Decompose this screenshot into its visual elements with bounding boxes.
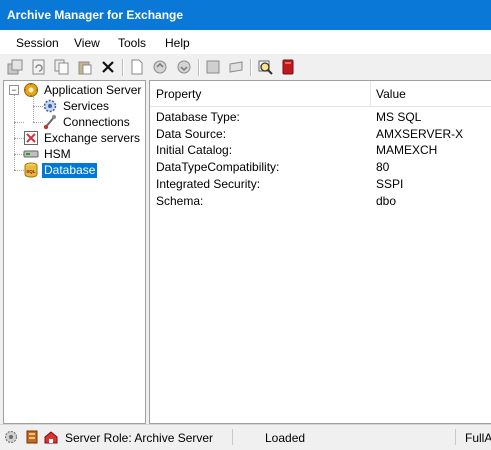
menu-help[interactable]: Help	[165, 36, 190, 50]
toolbar	[0, 54, 491, 80]
properties-icon[interactable]	[6, 58, 24, 76]
settings-gear-icon	[5, 431, 17, 443]
value-cell: MAMEXCH	[376, 143, 438, 157]
properties-grid: Property Value Database Type: MS SQL Dat…	[149, 80, 491, 424]
value-cell: dbo	[376, 194, 397, 208]
load-state-text: Loaded	[265, 431, 306, 445]
paste-icon[interactable]	[76, 58, 94, 76]
property-cell: Database Type:	[156, 110, 240, 124]
tree-item-application-server[interactable]: Application Server	[23, 82, 143, 98]
table-row[interactable]: Database Type: MS SQL	[150, 108, 491, 125]
tree-item-exchange-servers[interactable]: Exchange servers	[23, 130, 142, 146]
new-document-icon[interactable]	[128, 58, 146, 76]
menu-tools[interactable]: Tools	[118, 36, 146, 50]
tree-item-label: Database	[42, 162, 98, 178]
property-cell: DataTypeCompatibility:	[156, 160, 280, 174]
window-title: Archive Manager for Exchange	[7, 8, 184, 22]
navigation-tree: − Application Server Services Connection…	[3, 80, 146, 424]
delete-icon[interactable]	[99, 58, 117, 76]
table-row[interactable]: Schema: dbo	[150, 192, 491, 209]
menu-view[interactable]: View	[74, 36, 100, 50]
toolbar-separator	[198, 59, 200, 76]
exchange-servers-icon	[23, 130, 39, 146]
property-cell: Schema:	[156, 194, 204, 208]
tree-item-label: Services	[63, 98, 110, 113]
application-server-icon	[23, 82, 39, 98]
connections-icon	[42, 114, 58, 130]
services-gear-icon	[42, 98, 58, 114]
tree-item-label: Exchange servers	[44, 130, 141, 145]
search-icon[interactable]	[256, 58, 274, 76]
mail-icon[interactable]	[227, 58, 245, 76]
tree-item-database[interactable]: SQL Database	[23, 162, 98, 178]
tree-item-connections[interactable]: Connections	[42, 114, 132, 130]
tree-item-label: Application Server	[44, 82, 142, 97]
archive-server-icon	[26, 430, 38, 444]
toolbar-separator	[250, 59, 252, 76]
value-cell: AMXSERVER-X	[376, 127, 464, 141]
sync-alt-icon[interactable]	[175, 58, 193, 76]
note-icon[interactable]	[204, 58, 222, 76]
property-cell: Initial Catalog:	[156, 143, 233, 157]
toolbar-separator	[122, 59, 124, 76]
value-cell: 80	[376, 160, 390, 174]
property-cell: Integrated Security:	[156, 177, 261, 191]
grid-header: Property Value	[150, 81, 491, 107]
refresh-icon[interactable]	[30, 58, 48, 76]
book-icon[interactable]	[279, 58, 297, 76]
edition-text: FullA	[465, 431, 491, 445]
tree-item-label: HSM	[44, 146, 71, 161]
copy-icon[interactable]	[53, 58, 71, 76]
database-icon: SQL	[23, 162, 39, 178]
title-bar: Archive Manager for Exchange	[0, 0, 491, 30]
menu-bar: Session View Tools Help	[0, 30, 491, 54]
column-header-value[interactable]: Value	[376, 87, 406, 101]
menu-session[interactable]: Session	[16, 36, 59, 50]
column-header-property[interactable]: Property	[156, 87, 201, 101]
tree-item-hsm[interactable]: HSM	[23, 146, 73, 162]
table-row[interactable]: Integrated Security: SSPI	[150, 175, 491, 192]
collapse-toggle[interactable]: −	[9, 85, 19, 95]
tree-item-label: Connections	[63, 114, 130, 129]
tree-item-services[interactable]: Services	[42, 98, 111, 114]
svg-text:SQL: SQL	[26, 169, 36, 174]
server-role-text: Server Role: Archive Server	[65, 431, 214, 445]
table-row[interactable]: DataTypeCompatibility: 80	[150, 158, 491, 175]
property-cell: Data Source:	[156, 127, 227, 141]
status-bar: Server Role: Archive Server Loaded FullA	[0, 424, 491, 450]
hsm-icon	[23, 146, 39, 162]
table-row[interactable]: Initial Catalog: MAMEXCH	[150, 141, 491, 158]
sync-icon[interactable]	[151, 58, 169, 76]
value-cell: SSPI	[376, 177, 404, 191]
value-cell: MS SQL	[376, 110, 422, 124]
home-icon	[44, 431, 58, 444]
table-row[interactable]: Data Source: AMXSERVER-X	[150, 125, 491, 142]
